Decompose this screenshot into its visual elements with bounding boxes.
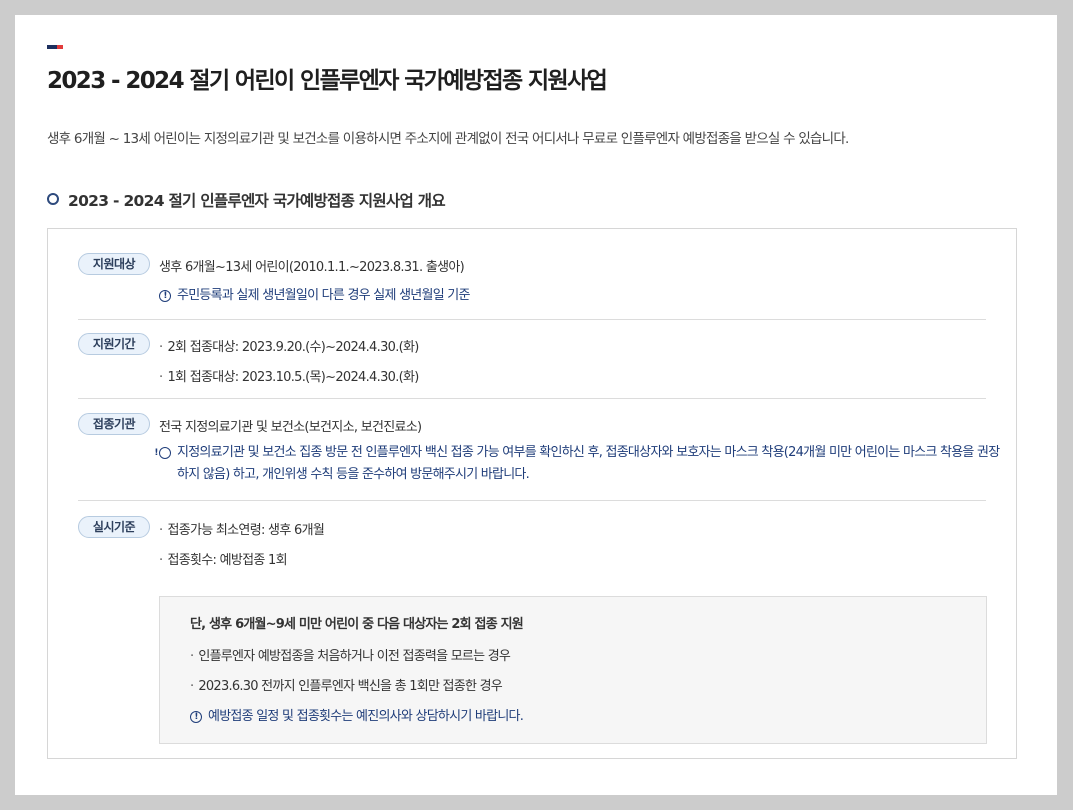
section-heading-text: 2023 - 2024 절기 인플루엔자 국가예방접종 지원사업 개요 [68,192,446,210]
criteria-item-text: 접종횟수: 예방접종 1회 [167,553,287,568]
info-icon: ! [190,711,202,723]
section-heading: 2023 - 2024 절기 인플루엔자 국가예방접종 지원사업 개요 [47,189,446,211]
row-institution: 접종기관 전국 지정의료기관 및 보건소(보건지소, 보건진료소) ! 지정의료기… [78,413,1000,501]
content-panel: 2023 - 2024 절기 어린이 인플루엔자 국가예방접종 지원사업 생후 … [15,15,1057,795]
exception-box: 단, 생후 6개월~9세 미만 어린이 중 다음 대상자는 2회 접종 지원 ·… [159,596,987,744]
row-criteria: 실시기준 · 접종가능 최소연령: 생후 6개월 · 접종횟수: 예방접종 1회 단… [78,516,987,746]
badge-institution: 접종기관 [78,413,150,435]
page-title: 2023 - 2024 절기 어린이 인플루엔자 국가예방접종 지원사업 [47,68,608,94]
intro-text: 생후 6개월 ~ 13세 어린이는 지정의료기관 및 보건소를 이용하시면 주소… [47,131,849,147]
period-item: · 1회 접종대상: 2023.10.5.(목)~2024.4.30.(화) [159,370,419,385]
target-text: 생후 6개월~13세 어린이(2010.1.1.~2023.8.31. 출생아) [159,260,465,275]
overview-box: 지원대상 생후 6개월~13세 어린이(2010.1.1.~2023.8.31.… [47,228,1017,759]
exception-item-text: 인플루엔자 예방접종을 처음하거나 이전 접종력을 모르는 경우 [198,649,511,664]
institution-text: 전국 지정의료기관 및 보건소(보건지소, 보건진료소) [159,420,422,435]
period-item-text: 2회 접종대상: 2023.9.20.(수)~2024.4.30.(화) [167,340,419,355]
institution-note: ! 지정의료기관 및 보건소 집종 방문 전 인플루엔자 백신 접종 가능 여부를… [154,442,1007,486]
period-item: · 2회 접종대상: 2023.9.20.(수)~2024.4.30.(화) [159,340,419,355]
criteria-item: · 접종가능 최소연령: 생후 6개월 [159,523,325,538]
row-period: 지원기간 · 2회 접종대상: 2023.9.20.(수)~2024.4.30.(… [78,333,986,399]
flag-icon [47,45,63,49]
target-note: ! 주민등록과 실제 생년월일이 다른 경우 실제 생년월일 기준 [159,285,470,307]
badge-target: 지원대상 [78,253,150,275]
exception-note: ! 예방접종 일정 및 접종횟수는 예진의사와 상담하시기 바랍니다. [190,705,524,724]
target-note-text: 주민등록과 실제 생년월일이 다른 경우 실제 생년월일 기준 [177,288,470,303]
period-item-text: 1회 접종대상: 2023.10.5.(목)~2024.4.30.(화) [167,370,419,385]
info-icon: ! [154,447,171,459]
exception-note-text: 예방접종 일정 및 접종횟수는 예진의사와 상담하시기 바랍니다. [208,709,524,724]
badge-period: 지원기간 [78,333,150,355]
exception-item: · 2023.6.30 전까지 인플루엔자 백신을 총 1회만 접종한 경우 [190,679,503,694]
info-icon: ! [159,290,171,302]
exception-title: 단, 생후 6개월~9세 미만 어린이 중 다음 대상자는 2회 접종 지원 [190,617,524,632]
exception-item: · 인플루엔자 예방접종을 처음하거나 이전 접종력을 모르는 경우 [190,649,511,664]
criteria-item: · 접종횟수: 예방접종 1회 [159,553,288,568]
criteria-item-text: 접종가능 최소연령: 생후 6개월 [167,523,325,538]
exception-item-text: 2023.6.30 전까지 인플루엔자 백신을 총 1회만 접종한 경우 [198,679,502,694]
row-target: 지원대상 생후 6개월~13세 어린이(2010.1.1.~2023.8.31.… [78,253,986,320]
circle-bullet-icon [47,193,59,205]
institution-note-text: 지정의료기관 및 보건소 집종 방문 전 인플루엔자 백신 접종 가능 여부를 … [177,445,1000,482]
badge-criteria: 실시기준 [78,516,150,538]
